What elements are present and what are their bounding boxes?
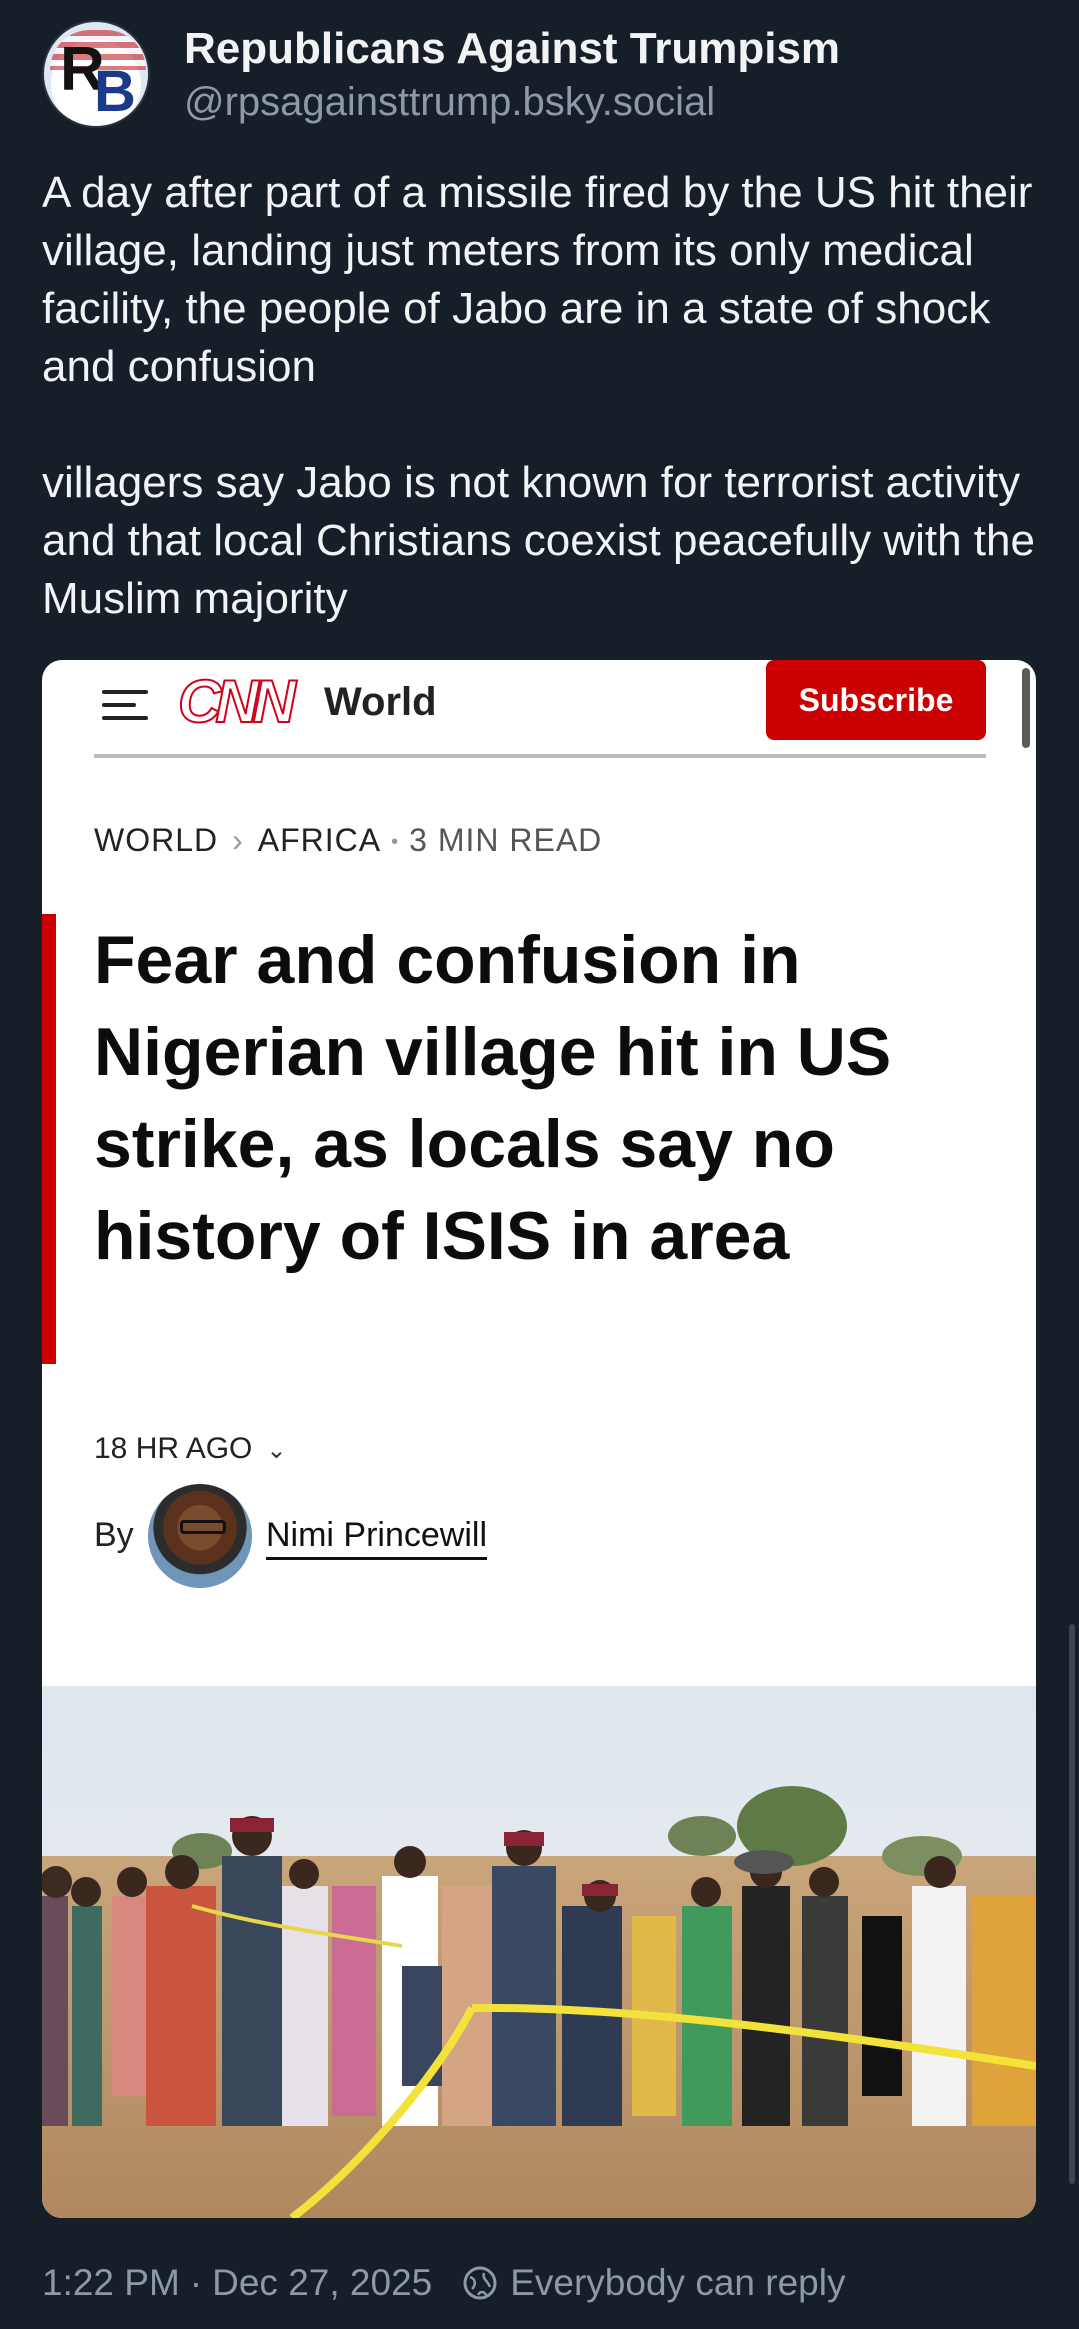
post-date: Dec 27, 2025 [212, 2262, 433, 2303]
post-time: 1:22 PM [42, 2262, 180, 2303]
breadcrumb-world: WORLD [94, 822, 219, 858]
article-timestamp: 18 HR AGO ⌄ [94, 1432, 287, 1466]
byline-prefix: By [94, 1516, 134, 1554]
avatar-letter-b: B [94, 59, 136, 124]
breadcrumb-read-time: 3 MIN READ [409, 822, 603, 858]
breadcrumb-africa: AFRICA [257, 822, 382, 858]
author-photo [148, 1484, 252, 1588]
breadcrumb-chevron-icon: › [232, 822, 244, 858]
subscribe-button: Subscribe [766, 660, 986, 740]
cnn-section-label: World [324, 680, 437, 724]
article-headline: Fear and confusion in Nigerian village h… [94, 922, 892, 1274]
byline-author: Nimi Princewill [266, 1516, 488, 1560]
author-avatar[interactable]: R B [42, 20, 150, 128]
globe-reply-icon [463, 2266, 497, 2300]
embedded-image[interactable]: CNN World Subscribe WORLD › AFRICA • 3 MIN R… [42, 660, 1036, 2218]
breadcrumb-dot: • [391, 831, 400, 854]
reply-setting[interactable]: Everybody can reply [510, 2262, 845, 2304]
post-body: A day after part of a missile fired by t… [42, 164, 1042, 628]
headline-accent-bar [42, 914, 56, 1364]
post-header: R B Republicans Against Trumpism @rpsaga… [42, 20, 1042, 130]
article-breadcrumb: WORLD › AFRICA • 3 MIN READ [94, 822, 602, 859]
page-scrollbar[interactable] [1069, 1624, 1075, 2184]
hero-photo-illustration [42, 1686, 1036, 2218]
chevron-down-icon: ⌄ [266, 1437, 287, 1464]
author-display-name[interactable]: Republicans Against Trumpism [184, 24, 840, 74]
post-footer: 1:22 PM · Dec 27, 2025 Everybody can rep… [42, 2262, 845, 2304]
article-hero-photo [42, 1686, 1036, 2218]
timestamp-text: 18 HR AGO [94, 1432, 253, 1465]
post-paragraph-2: villagers say Jabo is not known for terr… [42, 458, 1035, 623]
cnn-header: CNN World Subscribe [42, 660, 1036, 760]
header-divider [94, 754, 986, 758]
cnn-logo: CNN [177, 668, 297, 735]
hamburger-icon [102, 684, 148, 724]
article-byline: By Nimi Princewill [94, 1480, 694, 1590]
footer-separator: · [189, 2262, 203, 2303]
post-paragraph-1: A day after part of a missile fired by t… [42, 168, 1033, 391]
author-handle[interactable]: @rpsagainsttrump.bsky.social [184, 80, 715, 125]
